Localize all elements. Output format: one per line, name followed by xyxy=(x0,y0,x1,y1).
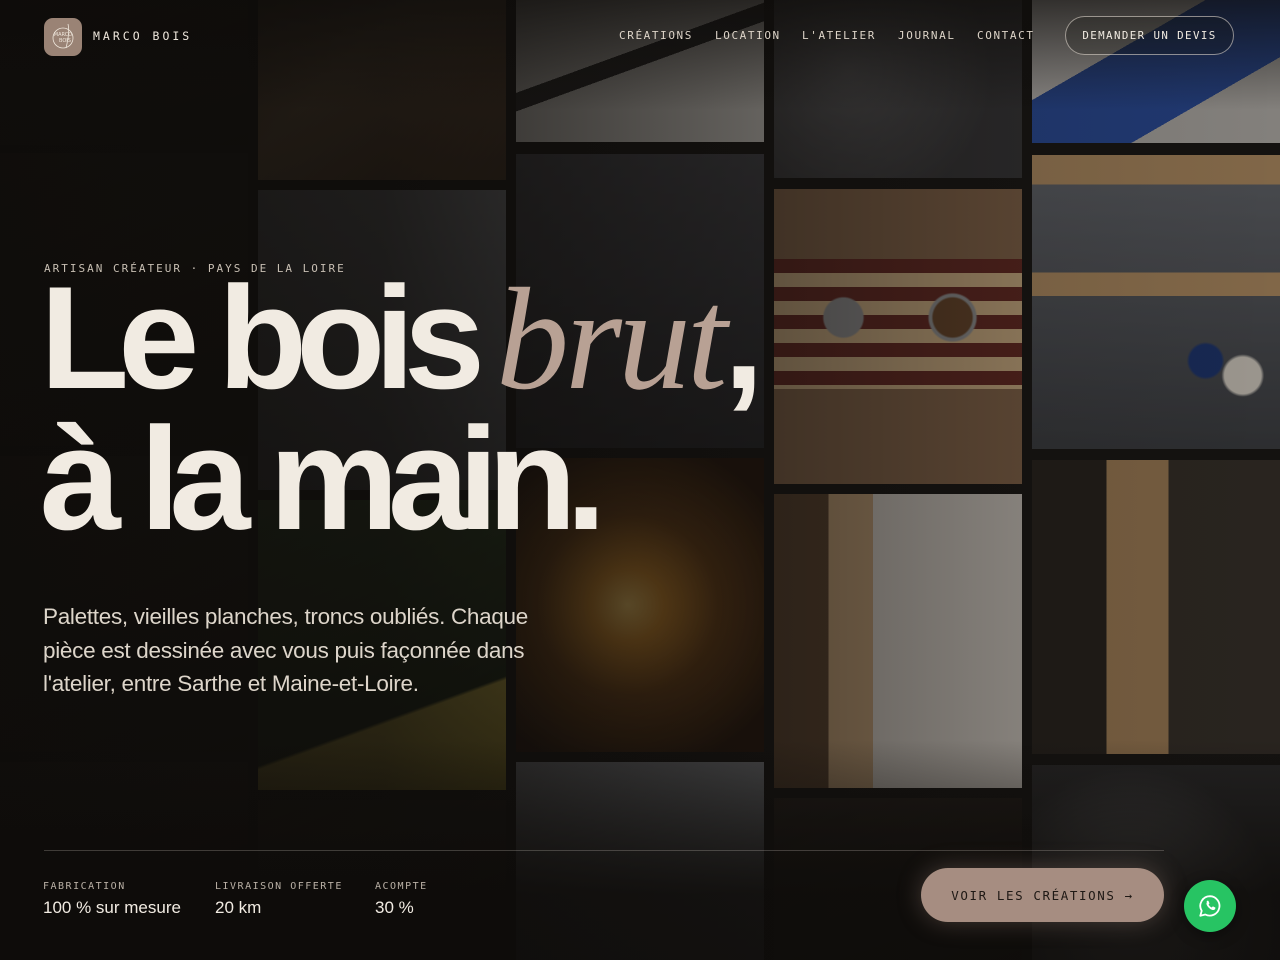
mosaic-tile xyxy=(1032,765,1280,960)
svg-text:BOIS: BOIS xyxy=(59,38,71,44)
request-quote-button[interactable]: DEMANDER UN DEVIS xyxy=(1065,16,1234,55)
nav-item-creations[interactable]: CRÉATIONS xyxy=(619,29,693,42)
hero-title-accent: brut xyxy=(496,258,727,420)
stat-label: LIVRAISON OFFERTE xyxy=(215,881,343,892)
stat-fabrication: FABRICATION 100 % sur mesure xyxy=(43,881,181,918)
nav-item-contact[interactable]: CONTACT xyxy=(977,29,1035,42)
mosaic-tile xyxy=(774,189,1022,484)
stat-value: 100 % sur mesure xyxy=(43,898,181,917)
mosaic-tile xyxy=(1032,460,1280,754)
stat-acompte: ACOMPTE 30 % xyxy=(375,881,428,918)
nav-item-journal[interactable]: JOURNAL xyxy=(898,29,956,42)
hero-title-line2: à la main. xyxy=(40,397,606,560)
hero-title-comma: , xyxy=(723,256,765,419)
hero-title: Le bois brut, à la main. xyxy=(40,265,764,552)
stat-label: ACOMPTE xyxy=(375,881,428,892)
brand-name[interactable]: MARCO BOIS xyxy=(93,29,192,43)
stat-value: 30 % xyxy=(375,898,414,917)
stat-label: FABRICATION xyxy=(43,881,126,892)
divider xyxy=(44,850,1164,851)
hero-lead-paragraph: Palettes, vieilles planches, troncs oubl… xyxy=(43,604,528,696)
hero-title-part1: Le bois xyxy=(40,256,485,419)
mosaic-tile xyxy=(258,800,506,960)
stat-value: 20 km xyxy=(215,898,262,917)
view-creations-button[interactable]: VOIR LES CRÉATIONS → xyxy=(921,868,1164,922)
whatsapp-icon xyxy=(1199,895,1221,917)
brand-logo[interactable]: MARCO BOIS xyxy=(44,18,82,56)
site-header: MARCO BOIS MARCO BOIS CRÉATIONS LOCATION… xyxy=(0,0,1280,72)
mosaic-tile xyxy=(774,494,1022,788)
nav-item-location[interactable]: LOCATION xyxy=(715,29,781,42)
mosaic-tile xyxy=(516,762,764,960)
nav-item-atelier[interactable]: L'ATELIER xyxy=(802,29,876,42)
stat-livraison: LIVRAISON OFFERTE 20 km xyxy=(215,881,343,918)
mosaic-tile xyxy=(0,762,248,960)
whatsapp-button[interactable] xyxy=(1184,880,1236,932)
mosaic-tile xyxy=(1032,155,1280,449)
logo-icon: MARCO BOIS xyxy=(52,23,74,49)
